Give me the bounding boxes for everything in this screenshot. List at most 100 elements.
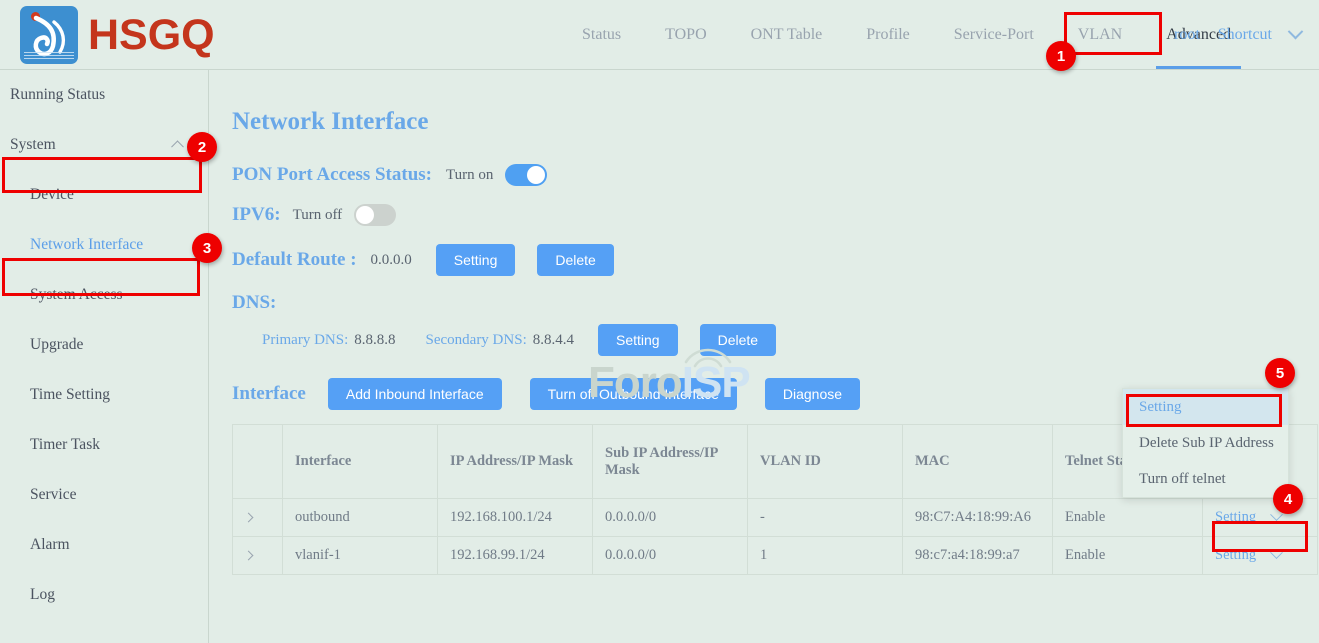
row-sub-ip-mask: 0.0.0.0/0 — [593, 499, 748, 537]
sidebar-item-label: System — [10, 136, 56, 154]
pon-port-state-text: Turn on — [446, 167, 493, 184]
row-mac: 98:C7:A4:18:99:A6 — [903, 499, 1053, 537]
ipv6-state-text: Turn off — [293, 207, 343, 224]
secondary-dns-value: 8.8.4.4 — [533, 332, 574, 349]
dropdown-item-setting[interactable]: Setting — [1123, 389, 1288, 425]
sidebar-item-running-status[interactable]: Running Status — [0, 70, 208, 120]
ipv6-row: IPV6: Turn off — [232, 204, 1319, 226]
row-telnet-status: Enable — [1053, 499, 1203, 537]
row-ip-mask: 192.168.100.1/24 — [438, 499, 593, 537]
add-inbound-interface-button[interactable]: Add Inbound Interface — [328, 378, 502, 410]
table-header-sub-ip-mask: Sub IP Address/IP Mask — [593, 425, 748, 499]
chevron-up-icon — [171, 140, 184, 153]
logo-lines — [24, 52, 74, 61]
sidebar-item-time-setting[interactable]: Time Setting — [0, 370, 208, 420]
sidebar-item-label: Device — [30, 186, 74, 204]
sidebar-item-system[interactable]: System — [0, 120, 208, 170]
sidebar-item-network-interface[interactable]: Network Interface — [0, 220, 208, 270]
row-expand-cell[interactable] — [233, 499, 283, 537]
row-setting-link[interactable]: Setting — [1215, 547, 1256, 564]
row-interface: vlanif-1 — [283, 537, 438, 575]
annotation-badge-4: 4 — [1273, 484, 1303, 514]
sidebar-item-label: Log — [30, 586, 55, 604]
sidebar-item-label: Upgrade — [30, 336, 83, 354]
nav-item-topo[interactable]: TOPO — [643, 0, 729, 69]
row-sub-ip-mask: 0.0.0.0/0 — [593, 537, 748, 575]
chevron-down-icon[interactable] — [1288, 24, 1304, 40]
annotation-badge-3: 3 — [192, 233, 222, 263]
turn-off-outbound-interface-button[interactable]: Turn off Outbound Interface — [530, 378, 737, 410]
sidebar-item-label: Network Interface — [30, 236, 143, 254]
table-header-interface: Interface — [283, 425, 438, 499]
table-header-mac: MAC — [903, 425, 1053, 499]
row-expand-cell[interactable] — [233, 537, 283, 575]
sidebar-item-timer-task[interactable]: Timer Task — [0, 420, 208, 470]
dns-values-row: Primary DNS: 8.8.8.8 Secondary DNS: 8.8.… — [262, 324, 1319, 356]
sidebar-item-system-access[interactable]: System Access — [0, 270, 208, 320]
pon-port-row: PON Port Access Status: Turn on — [232, 164, 1319, 186]
hsgq-droplet-logo-icon — [20, 6, 78, 64]
table-header-ip-mask: IP Address/IP Mask — [438, 425, 593, 499]
nav-item-profile[interactable]: Profile — [844, 0, 932, 69]
sidebar-item-upgrade[interactable]: Upgrade — [0, 320, 208, 370]
sidebar-item-device[interactable]: Device — [0, 170, 208, 220]
annotation-badge-1: 1 — [1046, 41, 1076, 71]
main-nav: Status TOPO ONT Table Profile Service-Po… — [560, 0, 1253, 69]
row-mac: 98:c7:a4:18:99:a7 — [903, 537, 1053, 575]
nav-item-service-port[interactable]: Service-Port — [932, 0, 1056, 69]
row-action-dropdown-menu: Setting Delete Sub IP Address Turn off t… — [1122, 388, 1289, 498]
dns-delete-button[interactable]: Delete — [700, 324, 776, 356]
dns-heading-row: DNS: — [232, 292, 1319, 314]
annotation-badge-5: 5 — [1265, 358, 1295, 388]
annotation-badge-2: 2 — [187, 132, 217, 162]
dns-label: DNS: — [232, 292, 276, 314]
table-header-expand — [233, 425, 283, 499]
default-route-setting-button[interactable]: Setting — [436, 244, 516, 276]
pon-port-toggle[interactable] — [505, 164, 547, 186]
row-ip-mask: 192.168.99.1/24 — [438, 537, 593, 575]
sidebar-item-label: Service — [30, 486, 76, 504]
default-route-row: Default Route : 0.0.0.0 Setting Delete — [232, 244, 1319, 276]
sidebar-item-alarm[interactable]: Alarm — [0, 520, 208, 570]
row-telnet-status: Enable — [1053, 537, 1203, 575]
dropdown-item-turn-off-telnet[interactable]: Turn off telnet — [1123, 461, 1288, 497]
toggle-knob — [356, 206, 374, 224]
secondary-dns-label: Secondary DNS: — [426, 332, 527, 349]
default-route-value: 0.0.0.0 — [371, 252, 412, 269]
chevron-down-icon[interactable] — [1270, 546, 1283, 559]
sidebar-item-label: System Access — [30, 286, 123, 304]
dropdown-item-delete-sub-ip-address[interactable]: Delete Sub IP Address — [1123, 425, 1288, 461]
ipv6-toggle[interactable] — [354, 204, 396, 226]
dns-setting-button[interactable]: Setting — [598, 324, 678, 356]
sidebar-item-label: Timer Task — [30, 436, 100, 454]
sidebar-item-log[interactable]: Log — [0, 570, 208, 620]
row-interface: outbound — [283, 499, 438, 537]
row-action-cell[interactable]: Setting — [1203, 537, 1318, 575]
app-header: HSGQ Status TOPO ONT Table Profile Servi… — [0, 0, 1319, 70]
diagnose-button[interactable]: Diagnose — [765, 378, 860, 410]
chevron-right-icon — [244, 513, 254, 523]
sidebar-item-label: Time Setting — [30, 386, 110, 404]
default-route-delete-button[interactable]: Delete — [537, 244, 613, 276]
table-header-vlan-id: VLAN ID — [748, 425, 903, 499]
header-user-zone: root Shortcut — [1174, 0, 1301, 69]
row-vlan-id: 1 — [748, 537, 903, 575]
sidebar: Running Status System Device Network Int… — [0, 70, 209, 643]
primary-dns-label: Primary DNS: — [262, 332, 348, 349]
brand-logo[interactable]: HSGQ — [20, 6, 215, 64]
row-setting-link[interactable]: Setting — [1215, 509, 1256, 526]
main-content: ForoISP Network Interface PON Port Acces… — [210, 70, 1319, 643]
nav-item-ont-table[interactable]: ONT Table — [729, 0, 845, 69]
sidebar-item-label: Alarm — [30, 536, 70, 554]
shortcut-menu[interactable]: Shortcut — [1218, 26, 1272, 44]
sidebar-item-service[interactable]: Service — [0, 470, 208, 520]
chevron-right-icon — [244, 551, 254, 561]
nav-item-status[interactable]: Status — [560, 0, 643, 69]
default-route-label: Default Route : — [232, 249, 357, 271]
ipv6-label: IPV6: — [232, 204, 281, 226]
primary-dns-value: 8.8.8.8 — [354, 332, 395, 349]
user-name[interactable]: root — [1174, 26, 1200, 44]
toggle-knob — [527, 166, 545, 184]
table-row: vlanif-1 192.168.99.1/24 0.0.0.0/0 1 98:… — [233, 537, 1318, 575]
brand-name: HSGQ — [88, 14, 215, 57]
